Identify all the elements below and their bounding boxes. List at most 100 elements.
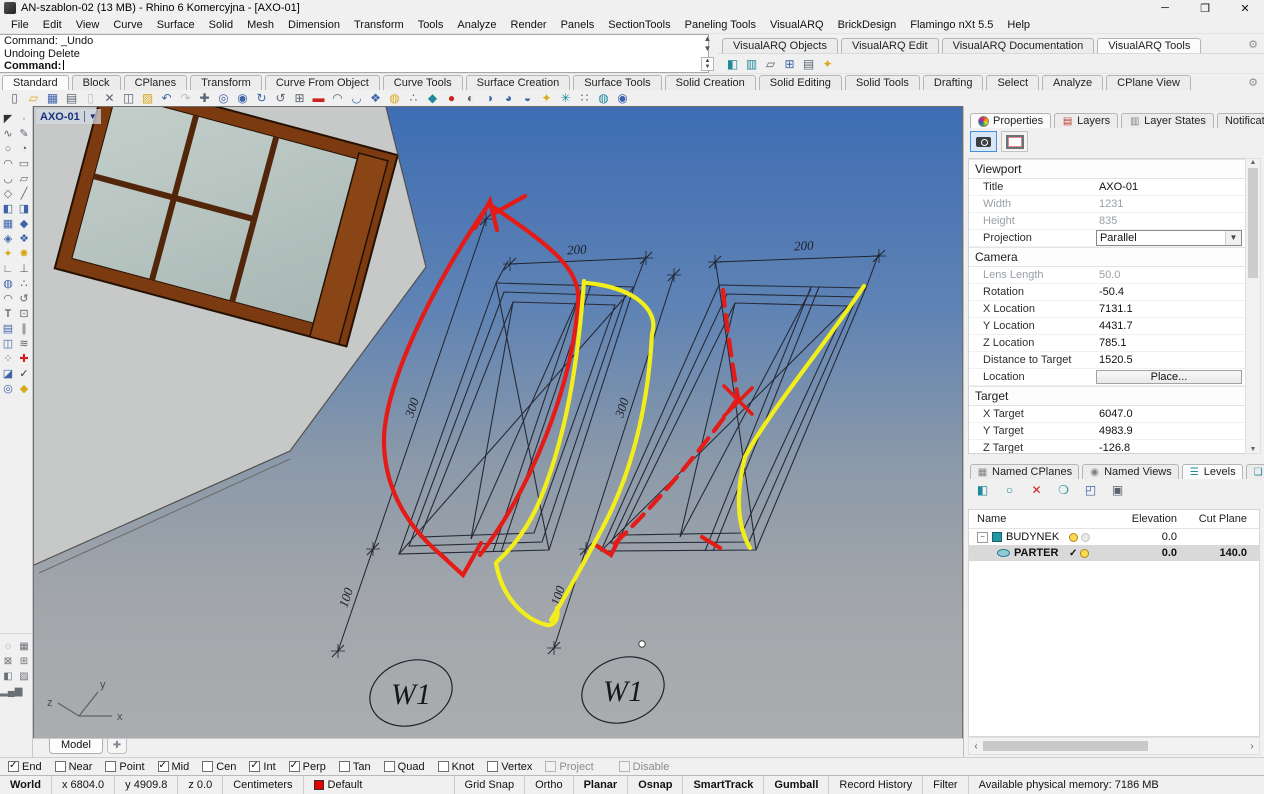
left-toolbar-icon[interactable]: ▱	[16, 172, 32, 187]
toolbar-icon[interactable]: ↷	[177, 90, 194, 106]
statusbar-pane[interactable]: Filter	[923, 776, 969, 794]
column-name[interactable]: Name	[969, 513, 1121, 525]
left-toolbar-icon[interactable]: ◧	[0, 202, 16, 217]
filter-icon[interactable]: ▨	[16, 669, 32, 684]
left-toolbar-icon[interactable]: ∟	[0, 262, 16, 277]
toolbar-icon[interactable]: ✕	[101, 90, 118, 106]
viewport-canvas[interactable]: 200 200 300 100 300 100 W1 W1 x y z	[34, 107, 962, 738]
checkbox[interactable]	[105, 761, 117, 772]
column-elevation[interactable]: Elevation	[1121, 513, 1187, 525]
toolbar-icon[interactable]: ◕	[500, 90, 517, 106]
osnap-toggle[interactable]: End	[8, 760, 42, 773]
tab-layer-states[interactable]: ▥ Layer States	[1121, 113, 1214, 128]
toolbar-icon[interactable]: ◑	[481, 90, 498, 106]
checkbox[interactable]	[487, 761, 499, 772]
filter-icon[interactable]: ▦	[16, 639, 32, 654]
left-toolbar-icon[interactable]: ◤	[0, 112, 16, 127]
left-toolbar-icon[interactable]: ⁘	[0, 352, 16, 367]
tab-notifications[interactable]: Notifications	[1216, 113, 1264, 128]
close-button[interactable]: ✕	[1238, 2, 1252, 15]
toolbar-icon[interactable]: ∴	[405, 90, 422, 106]
left-toolbar-icon[interactable]: ↺	[16, 292, 32, 307]
left-toolbar-icon[interactable]: ◠	[0, 292, 16, 307]
property-value[interactable]: -50.4 ▼	[1096, 285, 1242, 299]
statusbar-pane[interactable]: World	[0, 776, 52, 794]
checkbox[interactable]	[383, 761, 395, 772]
checkbox[interactable]	[8, 760, 19, 772]
toolbar-icon[interactable]: ↺	[272, 90, 289, 106]
toolbar-tab[interactable]: Surface Tools	[573, 75, 662, 90]
toolbar-tab[interactable]: CPlane View	[1106, 75, 1191, 90]
tab-levels[interactable]: ☰ Levels	[1181, 464, 1243, 479]
menu-item[interactable]: SectionTools	[601, 19, 677, 31]
checkbox[interactable]	[202, 761, 214, 772]
chevron-down-icon[interactable]: ▼	[89, 112, 97, 121]
left-toolbar-icon[interactable]: ✦	[0, 247, 16, 262]
toolbar-icon[interactable]: ✦	[538, 90, 555, 106]
scroll-down-icon[interactable]: ▼	[701, 44, 714, 54]
left-toolbar-icon[interactable]: ✎	[16, 127, 32, 142]
left-toolbar-icon[interactable]: ○	[0, 142, 16, 157]
scroll-down-icon[interactable]: ▼	[1250, 446, 1257, 453]
left-toolbar-icon[interactable]: ◎	[0, 382, 16, 397]
scroll-up-icon[interactable]: ▲	[1250, 159, 1257, 166]
tab-model[interactable]: Model	[49, 739, 103, 755]
toolbar-icon[interactable]: ▬	[310, 90, 327, 106]
left-toolbar-icon[interactable]: ◆	[16, 382, 32, 397]
property-value[interactable]: 785.1 ▼	[1096, 336, 1242, 350]
menu-item[interactable]: Analyze	[450, 19, 503, 31]
statusbar-pane[interactable]: Available physical memory: 7186 MB	[969, 776, 1264, 794]
menu-item[interactable]: Tools	[411, 19, 451, 31]
statusbar-pane[interactable]: Gumball	[764, 776, 830, 794]
visualarq-tab[interactable]: VisualARQ Edit	[840, 38, 939, 53]
property-value[interactable]: Place... ▼	[1095, 370, 1242, 384]
left-toolbar-icon[interactable]: ◍	[0, 277, 16, 292]
checkbox[interactable]	[54, 761, 66, 772]
osnap-toggle[interactable]: Perp	[288, 760, 326, 773]
toolbar-icon[interactable]: ●	[443, 90, 460, 106]
toolbar-icon[interactable]: ▯	[6, 90, 23, 106]
toolbar-icon[interactable]: ◠	[329, 90, 346, 106]
toolbar-icon[interactable]: ◍	[595, 90, 612, 106]
toolbar-icon[interactable]: ✳	[557, 90, 574, 106]
command-height-spinner[interactable]: ▲ ▼	[701, 57, 714, 71]
visualarq-tab[interactable]: VisualARQ Documentation	[941, 38, 1095, 53]
toolbar-icon[interactable]: ↻	[253, 90, 270, 106]
property-value[interactable]: 6047.0 ▼	[1096, 407, 1242, 421]
menu-item[interactable]: Edit	[36, 19, 69, 31]
tab-properties[interactable]: Properties	[970, 113, 1052, 128]
checkbox[interactable]	[437, 761, 449, 772]
visualarq-tool-icon[interactable]: ✦	[819, 57, 836, 72]
add-layout-icon[interactable]: ✚	[106, 739, 127, 755]
toolbar-tab[interactable]: Block	[71, 75, 121, 90]
menu-item[interactable]: Dimension	[281, 19, 347, 31]
visualarq-tool-icon[interactable]: ⊞	[781, 57, 798, 72]
left-toolbar-icon[interactable]: ✸	[16, 247, 32, 262]
toolbar-icon[interactable]: ▨	[139, 90, 156, 106]
left-toolbar-icon[interactable]: ▦	[0, 217, 16, 232]
levels-tool-icon[interactable]: ○	[1001, 483, 1018, 498]
filter-icon[interactable]: ⊠	[0, 654, 16, 669]
toolbar-icon[interactable]: ∷	[576, 90, 593, 106]
property-value[interactable]: Parallel ▼	[1095, 230, 1242, 246]
left-toolbar-icon[interactable]: ▭	[16, 157, 32, 172]
property-value[interactable]: 4983.9 ▼	[1096, 424, 1242, 438]
command-history[interactable]: Command: _Undo Undoing Delete Command:	[0, 34, 709, 73]
column-cut-plane[interactable]: Cut Plane	[1187, 513, 1259, 525]
toolbar-tab[interactable]: Drafting	[922, 75, 984, 90]
toolbar-icon[interactable]: ↶	[158, 90, 175, 106]
osnap-toggle[interactable]: Point	[105, 761, 145, 773]
left-toolbar-icon[interactable]: ·	[16, 112, 32, 127]
left-toolbar-icon[interactable]: ✚	[16, 352, 32, 367]
toolbar-tab[interactable]: Solid Creation	[664, 75, 756, 90]
left-toolbar-icon[interactable]: ▤	[0, 322, 16, 337]
left-toolbar-icon[interactable]: ◪	[0, 367, 16, 382]
scroll-left-icon[interactable]: ‹	[969, 741, 983, 752]
statusbar-pane[interactable]: Ortho	[525, 776, 574, 794]
menu-item[interactable]: BrickDesign	[831, 19, 904, 31]
osnap-toggle[interactable]: Vertex	[487, 761, 532, 773]
osnap-toggle[interactable]: Disable	[618, 761, 669, 773]
property-value[interactable]: 7131.1 ▼	[1096, 302, 1242, 316]
toolbar-tab[interactable]: Analyze	[1042, 75, 1104, 90]
scrollbar-thumb[interactable]	[983, 741, 1149, 751]
